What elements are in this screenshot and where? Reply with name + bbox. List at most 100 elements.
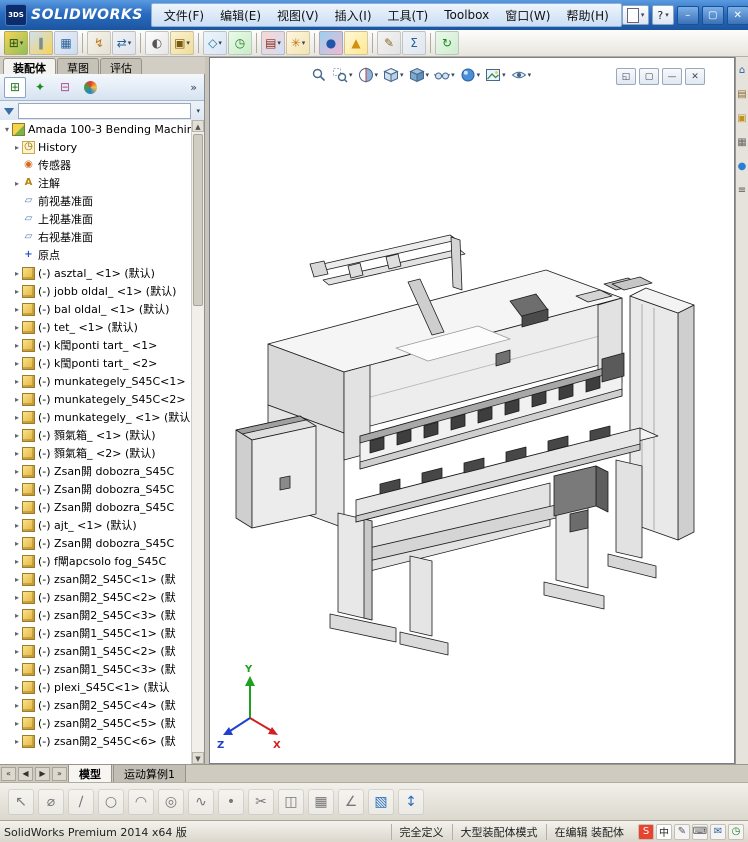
tree-item[interactable]: ▾ Amada 100-3 Bending Machin — [0, 120, 192, 138]
arc-tool-icon[interactable]: ◠ — [128, 788, 154, 815]
filter-funnel-icon[interactable] — [4, 107, 14, 115]
edit-appearance-icon[interactable]: ▾ — [459, 66, 482, 84]
tree-expander-icon[interactable]: ▸ — [12, 449, 22, 458]
move-component-button[interactable]: ⇄ ▾ — [112, 31, 136, 55]
tab-草图[interactable]: 草图 — [57, 58, 99, 75]
ime-sogou-icon[interactable]: S — [638, 823, 654, 840]
exploded-view-button[interactable]: ✳ ▾ — [286, 31, 310, 55]
close-button[interactable]: ✕ — [726, 5, 748, 25]
design-library-icon[interactable]: ▤ — [736, 85, 748, 105]
tree-item[interactable]: ▸ (-) zsan閞1_S45C<2> (默 — [0, 642, 192, 660]
file-explorer-icon[interactable]: ▣ — [736, 109, 748, 129]
tree-expander-icon[interactable]: ▸ — [12, 323, 22, 332]
move-entities-icon[interactable]: ↕ — [398, 788, 424, 815]
tree-item[interactable]: ▸ (-) zsan閞1_S45C<1> (默 — [0, 624, 192, 642]
tree-item[interactable]: ▸ (-) bal oldal_ <1> (默认) — [0, 300, 192, 318]
tray-message-icon[interactable]: ✉ — [710, 823, 726, 840]
doc-restore-icon[interactable]: ◱ — [616, 68, 636, 85]
instant3d-icon[interactable]: ▧ — [368, 788, 394, 815]
panel-chevron-icon[interactable]: » — [187, 81, 200, 94]
circle-tool-icon[interactable]: ○ — [98, 788, 124, 815]
ime-pen-icon[interactable]: ✎ — [674, 823, 690, 840]
configurationmanager-tab-icon[interactable]: ⊟ — [54, 77, 76, 98]
rebuild-button[interactable]: ↻ — [435, 31, 459, 55]
tab-nav-icon-0[interactable]: « — [1, 766, 16, 781]
menu-item[interactable]: 文件(F) — [156, 7, 212, 24]
line-tool-icon[interactable]: ∕ — [68, 788, 94, 815]
displaymanager-tab-icon[interactable] — [79, 77, 101, 98]
tree-item[interactable]: ▸ ◷ History — [0, 138, 192, 156]
tree-item[interactable]: ▸ (-) zsan閞2_S45C<2> (默 — [0, 588, 192, 606]
tree-item[interactable]: ▸ (-) zsan閞2_S45C<1> (默 — [0, 570, 192, 588]
tree-expander-icon[interactable]: ▸ — [12, 305, 22, 314]
featuremanager-tab-icon[interactable]: ⊞ — [4, 76, 26, 98]
edit-appearance-button[interactable]: ● — [319, 31, 343, 55]
tree-item[interactable]: ▸ A 注解 — [0, 174, 192, 192]
resources-home-icon[interactable]: ⌂ — [736, 61, 748, 81]
tree-expander-icon[interactable]: ▸ — [12, 467, 22, 476]
tree-item[interactable]: ▸ (-) plexi_S45C<1> (默认 — [0, 678, 192, 696]
tree-item[interactable]: ▸ (-) ajt_ <1> (默认) — [0, 516, 192, 534]
tree-expander-icon[interactable]: ▸ — [12, 557, 22, 566]
tree-item[interactable]: ◉ 传感器 — [0, 156, 192, 174]
tree-expander-icon[interactable]: ▸ — [12, 269, 22, 278]
new-document-button[interactable]: ▾ — [621, 5, 650, 25]
tree-item[interactable]: ▱ 右视基准面 — [0, 228, 192, 246]
tab-评估[interactable]: 评估 — [100, 58, 142, 75]
tree-scrollbar[interactable]: ▲ ▼ — [191, 120, 204, 764]
tree-item[interactable]: ▸ (-) tet_ <1> (默认) — [0, 318, 192, 336]
tree-item[interactable]: ▸ (-) zsan閞2_S45C<6> (默 — [0, 732, 192, 750]
tree-item[interactable]: ▸ (-) k閠ponti tart_ <1> — [0, 336, 192, 354]
measure-button[interactable]: ✎ — [377, 31, 401, 55]
section-view-icon[interactable]: ▾ — [357, 66, 380, 84]
tree-item[interactable]: ▸ (-) Zsan閞 dobozra_S45C — [0, 498, 192, 516]
tree-item[interactable]: + 原点 — [0, 246, 192, 264]
tree-expander-icon[interactable]: ▸ — [12, 503, 22, 512]
tree-expander-icon[interactable]: ▸ — [12, 539, 22, 548]
menu-item[interactable]: 编辑(E) — [212, 7, 269, 24]
tree-item[interactable]: ▸ (-) Zsan閞 dobozra_S45C — [0, 480, 192, 498]
tree-item[interactable]: ▸ (-) zsan閞2_S45C<4> (默 — [0, 696, 192, 714]
custom-properties-icon[interactable]: ≡ — [736, 181, 748, 201]
tree-expander-icon[interactable]: ▸ — [12, 647, 22, 656]
tab-模型[interactable]: 模型 — [68, 764, 112, 783]
tree-item[interactable]: ▸ (-) zsan閞2_S45C<5> (默 — [0, 714, 192, 732]
tree-expander-icon[interactable]: ▸ — [12, 737, 22, 746]
mirror-entities-icon[interactable]: ◫ — [278, 788, 304, 815]
tree-item[interactable]: ▸ (-) 顟氣箱_ <1> (默认) — [0, 426, 192, 444]
tree-item[interactable]: ▸ (-) k閠ponti tart_ <2> — [0, 354, 192, 372]
tab-运动算例1[interactable]: 运动算例1 — [113, 764, 186, 783]
scroll-down-icon[interactable]: ▼ — [192, 752, 204, 764]
menu-item[interactable]: 视图(V) — [269, 7, 327, 24]
tree-expander-icon[interactable]: ▸ — [12, 287, 22, 296]
tree-item[interactable]: ▸ (-) jobb oldal_ <1> (默认) — [0, 282, 192, 300]
mate-button[interactable]: ∥ — [29, 31, 53, 55]
linear-sketch-pattern-icon[interactable]: ▦ — [308, 788, 334, 815]
tree-item[interactable]: ▸ (-) Zsan閞 dobozra_S45C — [0, 534, 192, 552]
insert-component-button[interactable]: ⊞ ▾ — [4, 31, 28, 55]
tree-expander-icon[interactable]: ▸ — [12, 575, 22, 584]
tree-item[interactable]: ▸ (-) munkategely_S45C<2> — [0, 390, 192, 408]
ellipse-tool-icon[interactable]: ◎ — [158, 788, 184, 815]
view-orientation-icon[interactable]: ▾ — [382, 66, 405, 84]
tree-expander-icon[interactable]: ▸ — [12, 701, 22, 710]
filter-caret-icon[interactable]: ▾ — [196, 107, 200, 115]
help-button[interactable]: ? ▾ — [652, 5, 674, 25]
tree-expander-icon[interactable]: ▸ — [12, 611, 22, 620]
propertymanager-tab-icon[interactable]: ✦ — [29, 77, 51, 98]
tree-expander-icon[interactable]: ▸ — [12, 683, 22, 692]
point-tool-icon[interactable]: • — [218, 788, 244, 815]
tree-item[interactable]: ▸ (-) zsan閞2_S45C<3> (默 — [0, 606, 192, 624]
tree-expander-icon[interactable]: ▸ — [12, 665, 22, 674]
zoom-area-icon[interactable]: ▾ — [331, 66, 354, 84]
model-control-box[interactable] — [235, 415, 317, 529]
tree-item[interactable]: ▸ (-) zsan閞1_S45C<3> (默 — [0, 660, 192, 678]
tree-expander-icon[interactable]: ▸ — [12, 143, 22, 152]
tab-nav-icon-2[interactable]: ▶ — [35, 766, 50, 781]
menu-item[interactable]: 窗口(W) — [497, 7, 558, 24]
ime-lang-chinese-icon[interactable]: 中 — [656, 823, 672, 840]
scrollbar-thumb[interactable] — [193, 134, 203, 306]
reference-geometry-button[interactable]: ◇ ▾ — [203, 31, 227, 55]
mass-properties-button[interactable]: Σ — [402, 31, 426, 55]
ime-keyboard-icon[interactable]: ⌨ — [692, 823, 708, 840]
